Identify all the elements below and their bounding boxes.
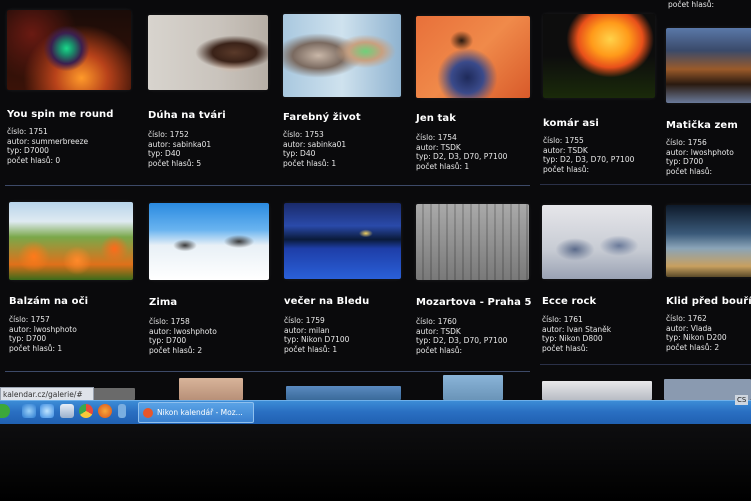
item-number: číslo: 1756 <box>666 138 707 147</box>
row-separator <box>5 371 530 372</box>
photo-thumbnail[interactable] <box>9 202 133 280</box>
desktop-icon[interactable] <box>60 404 74 418</box>
monitor-bezel <box>0 424 751 501</box>
taskbar-window-firefox[interactable]: Nikon kalendář - Moz... <box>138 402 254 423</box>
item-votes: počet hlasů: 0 <box>7 155 61 165</box>
item-votes: počet hlasů: <box>416 345 463 355</box>
photo-thumbnail[interactable] <box>7 10 131 90</box>
item-camera: typ: D700 <box>666 157 704 166</box>
item-author: autor: sabinka01 <box>148 139 212 149</box>
photo-thumbnail[interactable] <box>284 203 401 279</box>
item-votes: počet hlasů: 2 <box>666 342 720 352</box>
item-number: číslo: 1757 <box>9 315 50 324</box>
item-camera: typ: Nikon D800 <box>542 334 603 343</box>
item-camera: typ: Nikon D7100 <box>284 335 350 344</box>
ie-refresh-icon[interactable] <box>40 404 54 418</box>
item-author: autor: TSDK <box>416 326 461 336</box>
item-camera: typ: D2, D3, D70, P7100 <box>416 152 508 161</box>
chrome-icon[interactable] <box>79 404 93 418</box>
item-number: číslo: 1753 <box>283 130 324 139</box>
system-tray-language[interactable]: CS <box>735 395 749 405</box>
item-votes: počet hlasů: 1 <box>283 158 337 168</box>
item-number: číslo: 1755 <box>543 136 584 145</box>
item-author: autor: lwoshphoto <box>666 147 734 157</box>
item-title[interactable]: Dúha na tvári <box>148 110 226 121</box>
item-title[interactable]: Ecce rock <box>542 296 596 307</box>
item-author: autor: Vlada <box>666 323 712 333</box>
item-camera: typ: D700 <box>149 336 187 345</box>
item-votes: počet hlasů: 1 <box>9 343 63 353</box>
item-author: autor: TSDK <box>416 142 461 152</box>
item-author: autor: Ivan Staněk <box>542 324 612 334</box>
photo-thumbnail[interactable] <box>149 203 269 280</box>
item-votes: počet hlasů: 2 <box>149 345 203 355</box>
photo-thumbnail[interactable] <box>416 16 530 98</box>
item-camera: typ: D40 <box>283 149 316 158</box>
firefox-icon <box>143 408 153 418</box>
item-number: číslo: 1759 <box>284 316 325 325</box>
row-separator <box>540 184 751 185</box>
photo-thumbnail-partial[interactable] <box>542 381 652 400</box>
photo-thumbnail-partial[interactable] <box>286 386 401 400</box>
photo-thumbnail[interactable] <box>666 205 751 277</box>
item-number: číslo: 1752 <box>148 130 189 139</box>
item-author: autor: TSDK <box>543 145 588 155</box>
photo-thumbnail[interactable] <box>283 14 401 97</box>
item-votes: počet hlasů: <box>666 166 713 176</box>
item-author: autor: milan <box>284 325 330 335</box>
item-number: číslo: 1751 <box>7 127 48 136</box>
photo-thumbnail-partial[interactable] <box>179 378 243 400</box>
taskbar-window-label: Nikon kalendář - Moz... <box>157 408 243 417</box>
item-title[interactable]: Matička zem <box>666 120 738 131</box>
ie-icon[interactable] <box>22 404 36 418</box>
item-camera: typ: D40 <box>148 149 181 158</box>
item-votes: počet hlasů: 1 <box>284 344 338 354</box>
item-number: číslo: 1760 <box>416 317 457 326</box>
item-title[interactable]: Klid před bouří <box>666 296 751 307</box>
item-title[interactable]: Balzám na oči <box>9 296 88 307</box>
browser-viewport: počet hlasů: You spin me round číslo: 17… <box>0 0 751 430</box>
row-separator <box>540 364 751 365</box>
firefox-icon[interactable] <box>98 404 112 418</box>
photo-thumbnail[interactable] <box>416 204 529 280</box>
item-author: autor: sabinka01 <box>283 139 347 149</box>
item-camera: typ: D700 <box>9 334 47 343</box>
item-number: číslo: 1761 <box>542 315 583 324</box>
windows-taskbar <box>0 400 751 425</box>
item-title[interactable]: večer na Bledu <box>284 296 369 307</box>
item-title[interactable]: Jen tak <box>416 113 456 124</box>
previous-row-votes: počet hlasů: <box>668 0 715 9</box>
item-camera: typ: D7000 <box>7 146 49 155</box>
item-camera: typ: D2, D3, D70, P7100 <box>416 336 508 345</box>
item-author: autor: lwoshphoto <box>149 326 217 336</box>
photo-thumbnail[interactable] <box>543 14 655 98</box>
item-votes: počet hlasů: <box>542 343 589 353</box>
item-title[interactable]: You spin me round <box>7 109 114 120</box>
photo-thumbnail[interactable] <box>666 28 751 103</box>
item-votes: počet hlasů: <box>543 164 590 174</box>
item-title[interactable]: Mozartova - Praha 5 <box>416 297 532 308</box>
item-number: číslo: 1754 <box>416 133 457 142</box>
quicklaunch-more-icon[interactable] <box>118 404 126 418</box>
item-camera: typ: Nikon D200 <box>666 333 727 342</box>
item-title[interactable]: komár asi <box>543 118 599 129</box>
item-votes: počet hlasů: 1 <box>416 161 470 171</box>
item-votes: počet hlasů: 5 <box>148 158 202 168</box>
item-camera: typ: D2, D3, D70, P7100 <box>543 155 635 164</box>
item-number: číslo: 1762 <box>666 314 707 323</box>
photo-thumbnail[interactable] <box>148 15 268 90</box>
item-title[interactable]: Zima <box>149 297 177 308</box>
item-number: číslo: 1758 <box>149 317 190 326</box>
photo-thumbnail-partial[interactable] <box>443 375 503 400</box>
photo-thumbnail[interactable] <box>542 205 652 279</box>
item-author: autor: lwoshphoto <box>9 324 77 334</box>
item-author: autor: summerbreeze <box>7 136 89 146</box>
row-separator <box>5 185 530 186</box>
item-title[interactable]: Farebný život <box>283 112 361 123</box>
